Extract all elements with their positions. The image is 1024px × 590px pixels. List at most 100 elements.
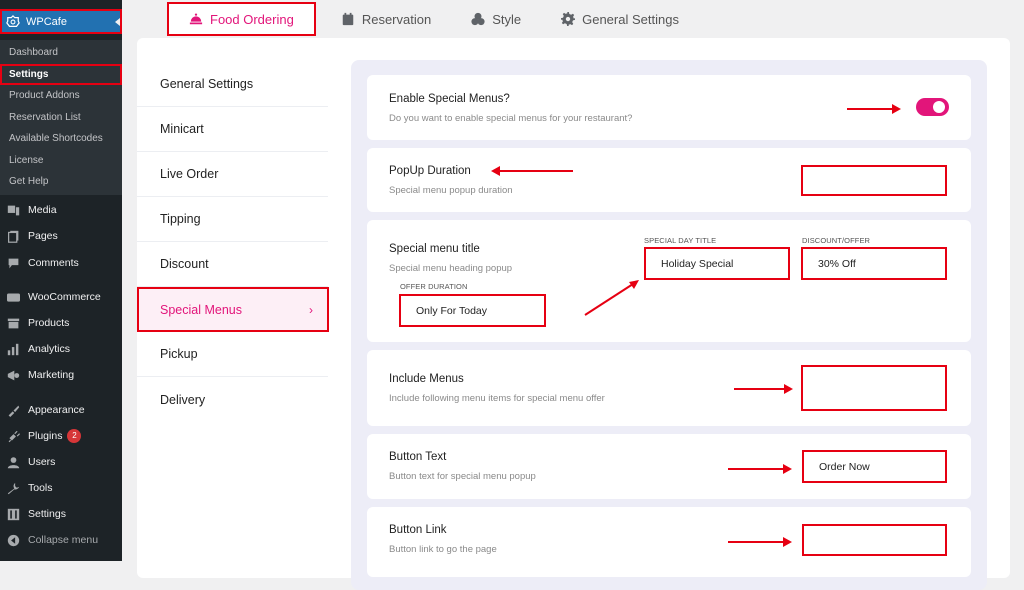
tab-general-settings[interactable]: General Settings bbox=[561, 2, 679, 36]
tab-style[interactable]: Style bbox=[471, 2, 521, 36]
special-menus-settings: Enable Special Menus? Do you want to ena… bbox=[351, 60, 987, 590]
offer-duration-input[interactable]: Only For Today bbox=[399, 294, 546, 327]
tab-label: Food Ordering bbox=[210, 11, 294, 27]
submenu-settings[interactable]: Settings bbox=[0, 63, 122, 85]
discount-offer-label: DISCOUNT/OFFER bbox=[802, 236, 871, 245]
button-link-input[interactable] bbox=[802, 524, 947, 556]
wpcafe-submenu: Dashboard Settings Product Addons Reserv… bbox=[0, 40, 122, 195]
menu-marketing[interactable]: Marketing bbox=[0, 363, 122, 387]
collapse-menu-button[interactable]: Collapse menu bbox=[0, 528, 122, 552]
subnav-minicart[interactable]: Minicart bbox=[137, 107, 328, 152]
annotation-arrow bbox=[728, 537, 792, 547]
menu-label: Tools bbox=[28, 482, 53, 494]
enable-special-menus-toggle[interactable] bbox=[916, 98, 949, 116]
subnav-discount[interactable]: Discount bbox=[137, 242, 328, 287]
annotation-arrow bbox=[734, 384, 793, 394]
chevron-right-icon: › bbox=[309, 302, 313, 317]
offer-duration-label: OFFER DURATION bbox=[400, 282, 468, 291]
setting-label: Button Text bbox=[389, 451, 447, 463]
annotation-arrow bbox=[847, 104, 901, 114]
menu-label: Settings bbox=[28, 508, 66, 520]
submenu-available-shortcodes[interactable]: Available Shortcodes bbox=[0, 128, 122, 150]
menu-woocommerce[interactable]: WooCommerce bbox=[0, 285, 122, 309]
menu-label: Products bbox=[28, 317, 70, 329]
woocommerce-icon bbox=[7, 291, 20, 304]
menu-label: Collapse menu bbox=[28, 534, 99, 546]
setting-description: Do you want to enable special menus for … bbox=[389, 113, 633, 124]
plugins-update-badge: 2 bbox=[67, 429, 82, 443]
appearance-icon bbox=[7, 404, 20, 417]
include-menus-card: Include Menus Include following menu ite… bbox=[367, 350, 971, 426]
tools-icon bbox=[7, 482, 20, 495]
tab-label: Reservation bbox=[361, 11, 432, 27]
menu-label: Media bbox=[28, 204, 57, 216]
settings-panel: General Settings Minicart Live Order Tip… bbox=[137, 38, 1010, 590]
menu-tools[interactable]: Tools bbox=[0, 476, 122, 500]
gear-icon bbox=[561, 12, 576, 26]
subnav-delivery[interactable]: Delivery bbox=[137, 377, 328, 422]
submenu-get-help[interactable]: Get Help bbox=[0, 171, 122, 193]
tab-label: Style bbox=[492, 11, 522, 27]
collapse-icon bbox=[7, 534, 20, 547]
setting-description: Button link to go the page bbox=[389, 544, 497, 555]
menu-media[interactable]: Media bbox=[0, 198, 122, 222]
products-icon bbox=[7, 317, 20, 330]
subnav-label: Special Menus bbox=[160, 302, 242, 317]
settings-tabs: Food Ordering Reservation Style General … bbox=[160, 0, 719, 38]
menu-label: Pages bbox=[28, 230, 58, 242]
wpcafe-logo-icon bbox=[6, 14, 20, 27]
subnav-general-settings[interactable]: General Settings bbox=[137, 62, 328, 107]
menu-label: Marketing bbox=[28, 369, 75, 381]
tab-food-ordering[interactable]: Food Ordering bbox=[167, 2, 316, 36]
submenu-license[interactable]: License bbox=[0, 150, 122, 172]
include-menus-select[interactable] bbox=[801, 365, 947, 411]
current-menu-caret bbox=[115, 18, 120, 26]
menu-products[interactable]: Products bbox=[0, 311, 122, 335]
subnav-live-order[interactable]: Live Order bbox=[137, 152, 328, 197]
setting-description: Special menu popup duration bbox=[389, 185, 513, 196]
toggle-knob bbox=[933, 101, 945, 113]
palette-icon bbox=[471, 12, 485, 26]
menu-appearance[interactable]: Appearance bbox=[0, 398, 122, 422]
setting-label: Button Link bbox=[389, 524, 447, 536]
menu-users[interactable]: Users bbox=[0, 450, 122, 474]
discount-offer-input[interactable]: 30% Off bbox=[801, 247, 947, 280]
submenu-dashboard[interactable]: Dashboard bbox=[0, 42, 122, 64]
setting-label: PopUp Duration bbox=[389, 165, 471, 177]
food-ordering-subnav: General Settings Minicart Live Order Tip… bbox=[137, 62, 329, 422]
menu-label: Comments bbox=[28, 257, 79, 269]
submenu-product-addons[interactable]: Product Addons bbox=[0, 85, 122, 107]
menu-comments[interactable]: Comments bbox=[0, 251, 122, 275]
button-link-card: Button Link Button link to go the page bbox=[367, 507, 971, 577]
special-day-title-label: SPECIAL DAY TITLE bbox=[644, 236, 717, 245]
menu-analytics[interactable]: Analytics bbox=[0, 337, 122, 361]
annotation-arrow bbox=[584, 280, 639, 316]
menu-label: Plugins bbox=[28, 430, 63, 442]
popup-duration-input[interactable] bbox=[801, 165, 947, 196]
button-text-card: Button Text Button text for special menu… bbox=[367, 434, 971, 499]
tab-reservation[interactable]: Reservation bbox=[341, 2, 431, 36]
analytics-icon bbox=[7, 343, 20, 356]
special-day-title-input[interactable]: Holiday Special bbox=[644, 247, 790, 280]
menu-pages[interactable]: Pages bbox=[0, 224, 122, 248]
subnav-special-menus[interactable]: Special Menus › bbox=[137, 287, 329, 332]
subnav-tipping[interactable]: Tipping bbox=[137, 197, 328, 242]
setting-label: Include Menus bbox=[389, 373, 464, 385]
wp-admin-sidebar: WPCafe Dashboard Settings Product Addons… bbox=[0, 0, 122, 561]
enable-special-menus-card: Enable Special Menus? Do you want to ena… bbox=[367, 75, 971, 140]
setting-description: Special menu heading popup bbox=[389, 263, 513, 274]
calendar-icon bbox=[342, 12, 354, 26]
wpcafe-menu-item[interactable]: WPCafe bbox=[0, 9, 122, 34]
menu-plugins[interactable]: Plugins 2 bbox=[0, 424, 122, 448]
popup-duration-card: PopUp Duration Special menu popup durati… bbox=[367, 148, 971, 212]
users-icon bbox=[7, 456, 20, 469]
tab-label: General Settings bbox=[582, 11, 679, 27]
subnav-pickup[interactable]: Pickup bbox=[137, 332, 328, 377]
annotation-arrow bbox=[728, 464, 792, 474]
menu-label: Analytics bbox=[28, 343, 71, 355]
submenu-reservation-list[interactable]: Reservation List bbox=[0, 107, 122, 129]
button-text-input[interactable]: Order Now bbox=[802, 450, 947, 483]
food-bell-icon bbox=[189, 13, 203, 25]
menu-settings[interactable]: Settings bbox=[0, 502, 122, 526]
wpcafe-label: WPCafe bbox=[26, 15, 67, 28]
